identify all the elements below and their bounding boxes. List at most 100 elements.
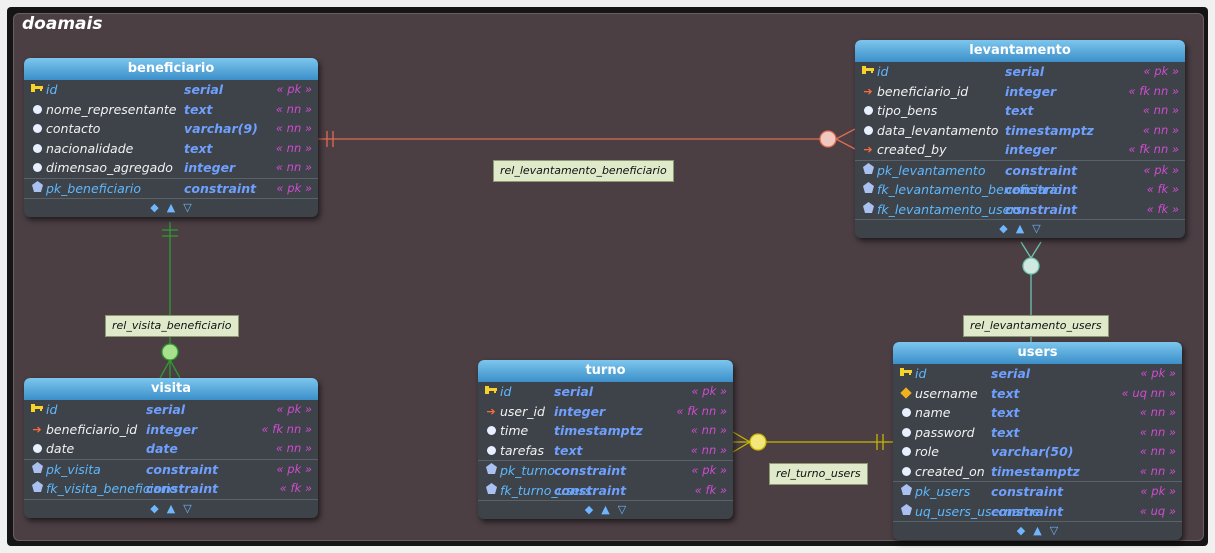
key-icon bbox=[900, 364, 912, 384]
table-title[interactable]: beneficiario bbox=[24, 58, 318, 80]
field-row[interactable]: tipo_bens text « nn » bbox=[855, 101, 1185, 121]
expand-down-icon[interactable]: ▽ bbox=[183, 201, 191, 214]
field-row[interactable]: ➔ created_by integer « fk nn » bbox=[855, 140, 1185, 160]
circle-icon bbox=[862, 121, 874, 142]
field-row[interactable]: date date « nn » bbox=[24, 439, 318, 459]
field-type: text bbox=[991, 424, 1020, 440]
constraint-tag: « nn » bbox=[1142, 103, 1179, 117]
constraint-row[interactable]: pk_levantamento constraint « pk » bbox=[855, 159, 1185, 181]
collapse-diamond-icon[interactable]: ◆ bbox=[1017, 524, 1025, 537]
field-row[interactable]: dimensao_agregado integer « nn » bbox=[24, 158, 318, 178]
constraint-row[interactable]: pk_users constraint « pk » bbox=[893, 481, 1182, 502]
constraint-icon bbox=[31, 460, 43, 480]
table-title[interactable]: turno bbox=[478, 360, 733, 382]
circle-icon bbox=[900, 403, 912, 424]
constraint-type: constraint bbox=[1005, 182, 1078, 197]
expand-up-icon[interactable]: ▲ bbox=[1033, 524, 1041, 537]
constraint-tag: « uq » bbox=[1139, 503, 1176, 518]
field-row[interactable]: ➔ user_id integer « fk nn » bbox=[478, 402, 733, 422]
rel-label-levantamento-beneficiario[interactable]: rel_levantamento_beneficiario bbox=[493, 160, 674, 182]
field-row[interactable]: id serial « pk » bbox=[24, 400, 318, 420]
rel-label-visita-beneficiario[interactable]: rel_visita_beneficiario bbox=[105, 315, 239, 337]
table-beneficiario[interactable]: beneficiario id serial « pk » nome_represent… bbox=[24, 58, 318, 217]
rel-label-turno-users[interactable]: rel_turno_users bbox=[769, 463, 868, 485]
constraint-name: pk_beneficiario bbox=[46, 180, 142, 196]
field-type: timestamptz bbox=[554, 423, 643, 438]
constraint-tag: « fk » bbox=[1146, 201, 1179, 216]
field-row[interactable]: ➔ beneficiario_id integer « fk nn » bbox=[24, 420, 318, 440]
table-footer: ◆ ▲ ▽ bbox=[893, 521, 1182, 540]
field-row[interactable]: contacto varchar(9) « nn » bbox=[24, 119, 318, 139]
table-title[interactable]: levantamento bbox=[855, 40, 1185, 62]
rel-label-levantamento-users[interactable]: rel_levantamento_users bbox=[963, 315, 1109, 337]
field-row[interactable]: id serial « pk » bbox=[893, 364, 1182, 384]
field-row[interactable]: password text « nn » bbox=[893, 423, 1182, 443]
circle-icon bbox=[31, 119, 43, 140]
field-name: id bbox=[46, 82, 58, 97]
field-type: text bbox=[184, 101, 213, 117]
rel-levantamento-beneficiario-line[interactable] bbox=[318, 128, 856, 150]
field-row[interactable]: role varchar(50) « nn » bbox=[893, 442, 1182, 462]
constraint-row[interactable]: fk_turno_users constraint « fk » bbox=[478, 481, 733, 501]
field-row[interactable]: username text « uq nn » bbox=[893, 384, 1182, 404]
expand-up-icon[interactable]: ▲ bbox=[1016, 222, 1024, 235]
rel-turno-users-line[interactable] bbox=[732, 431, 893, 453]
collapse-diamond-icon[interactable]: ◆ bbox=[585, 503, 593, 516]
table-users[interactable]: users id serial « pk » username text « uq nn »… bbox=[893, 342, 1182, 540]
expand-up-icon[interactable]: ▲ bbox=[601, 503, 609, 516]
constraint-tag: « nn » bbox=[275, 160, 312, 174]
constraint-icon bbox=[900, 502, 912, 522]
collapse-diamond-icon[interactable]: ◆ bbox=[150, 502, 158, 515]
expand-down-icon[interactable]: ▽ bbox=[1032, 222, 1040, 235]
field-row[interactable]: nacionalidade text « nn » bbox=[24, 139, 318, 159]
expand-down-icon[interactable]: ▽ bbox=[183, 502, 191, 515]
field-name: id bbox=[915, 366, 927, 381]
field-row[interactable]: created_on timestamptz « nn » bbox=[893, 462, 1182, 482]
table-turno[interactable]: turno id serial « pk » ➔ user_id integer « fk n… bbox=[478, 360, 733, 519]
table-footer: ◆ ▲ ▽ bbox=[24, 498, 318, 518]
field-row[interactable]: time timestamptz « nn » bbox=[478, 421, 733, 441]
field-row[interactable]: nome_representante text « nn » bbox=[24, 100, 318, 120]
expand-up-icon[interactable]: ▲ bbox=[167, 201, 175, 214]
expand-down-icon[interactable]: ▽ bbox=[1050, 524, 1058, 537]
expand-down-icon[interactable]: ▽ bbox=[618, 503, 626, 516]
field-row[interactable]: id serial « pk » bbox=[24, 80, 318, 100]
constraint-row[interactable]: fk_levantamento_beneficiario constraint « … bbox=[855, 180, 1185, 200]
field-row[interactable]: id serial « pk » bbox=[855, 62, 1185, 82]
constraint-tag: « nn » bbox=[275, 121, 312, 135]
constraint-row[interactable]: pk_turno constraint « pk » bbox=[478, 460, 733, 481]
field-name: data_levantamento bbox=[877, 122, 999, 138]
collapse-diamond-icon[interactable]: ◆ bbox=[999, 222, 1007, 235]
field-name: tarefas bbox=[500, 442, 544, 458]
field-row[interactable]: data_levantamento timestamptz « nn » bbox=[855, 121, 1185, 141]
field-row[interactable]: name text « nn » bbox=[893, 403, 1182, 423]
rel-visita-beneficiario-line[interactable] bbox=[159, 222, 181, 379]
table-title[interactable]: users bbox=[893, 342, 1182, 364]
constraint-type: constraint bbox=[146, 481, 219, 496]
field-type: varchar(50) bbox=[991, 444, 1074, 459]
table-levantamento[interactable]: levantamento id serial « pk » ➔ beneficiario_… bbox=[855, 40, 1185, 238]
table-footer: ◆ ▲ ▽ bbox=[24, 198, 318, 217]
table-title[interactable]: visita bbox=[24, 378, 318, 400]
constraint-tag: « nn » bbox=[275, 140, 312, 155]
field-name: user_id bbox=[500, 403, 545, 419]
field-name: tipo_bens bbox=[877, 103, 938, 118]
constraint-row[interactable]: fk_visita_beneficiario constraint « fk » bbox=[24, 479, 318, 499]
circle-icon bbox=[31, 100, 43, 121]
circle-icon bbox=[900, 423, 912, 444]
field-row[interactable]: ➔ beneficiario_id integer « fk nn » bbox=[855, 82, 1185, 102]
constraint-tag: « fk nn » bbox=[676, 403, 727, 418]
field-row[interactable]: tarefas text « nn » bbox=[478, 441, 733, 461]
field-name: nacionalidade bbox=[46, 140, 134, 156]
constraint-tag: « pk » bbox=[691, 384, 727, 398]
constraint-row[interactable]: uq_users_username constraint « uq » bbox=[893, 502, 1182, 522]
constraint-row[interactable]: pk_visita constraint « pk » bbox=[24, 458, 318, 480]
expand-up-icon[interactable]: ▲ bbox=[167, 502, 175, 515]
collapse-diamond-icon[interactable]: ◆ bbox=[150, 201, 158, 214]
table-visita[interactable]: visita id serial « pk » ➔ beneficiario_id inte… bbox=[24, 378, 318, 518]
constraint-row[interactable]: fk_levantamento_users constraint « fk » bbox=[855, 200, 1185, 220]
field-name: beneficiario_id bbox=[877, 83, 969, 99]
circle-icon bbox=[31, 139, 43, 160]
field-row[interactable]: id serial « pk » bbox=[478, 382, 733, 402]
constraint-row[interactable]: pk_beneficiario constraint « pk » bbox=[24, 177, 318, 199]
